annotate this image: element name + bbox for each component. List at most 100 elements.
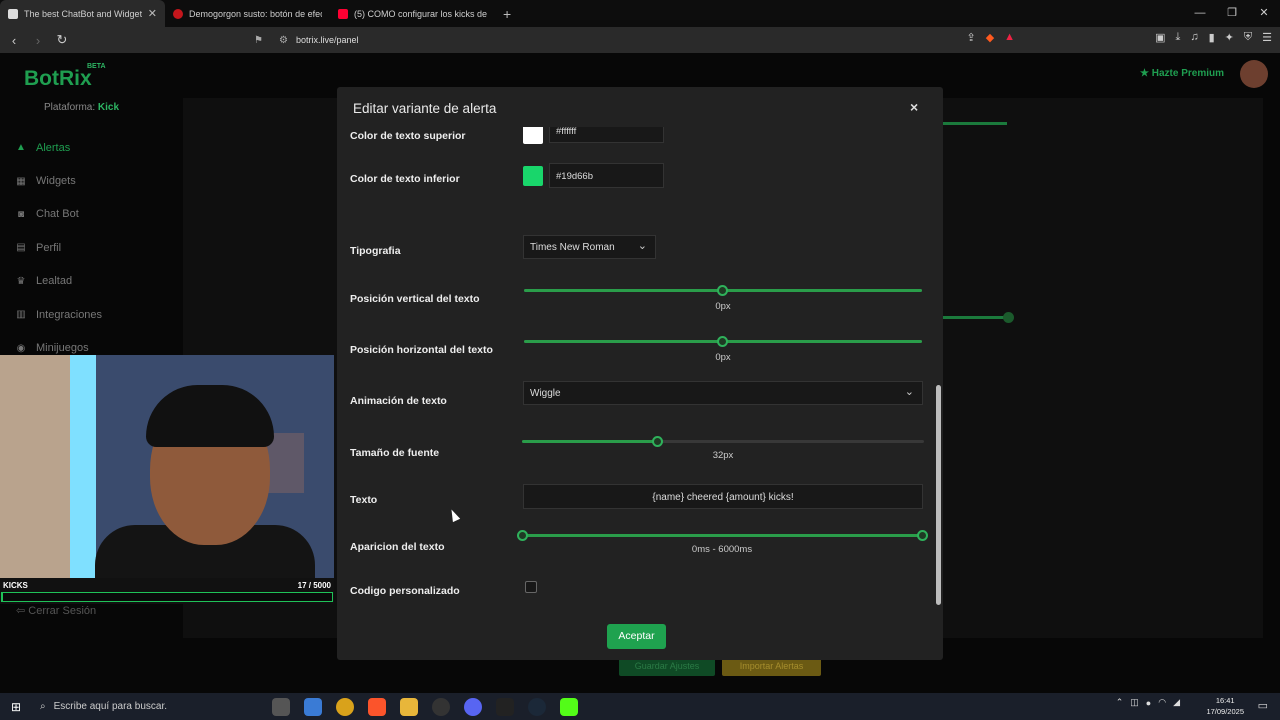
text-appearance-start-handle[interactable]: [517, 530, 528, 541]
sidebar-toggle-icon[interactable]: ▮: [1209, 31, 1215, 44]
trophy-icon: ♛: [16, 275, 26, 287]
volume-icon[interactable]: ◢: [1173, 697, 1180, 708]
beta-badge: BETA: [87, 63, 106, 70]
bottom-color-input[interactable]: #19d66b: [549, 163, 664, 188]
font-select[interactable]: Times New Roman ⌄: [523, 235, 656, 259]
background-accent-line: [943, 122, 1007, 125]
tab-botrix[interactable]: The best ChatBot and Widgets f… ✕: [0, 0, 165, 27]
site-info-icon[interactable]: ⚙: [279, 35, 288, 46]
font-size-fill: [522, 440, 658, 443]
url-field[interactable]: ⚑ ⚙ botrix.live/panel: [246, 29, 994, 51]
sidebar-item-chatbot[interactable]: ◙ Chat Bot: [14, 198, 102, 231]
vpn-icon[interactable]: ⛨: [1244, 31, 1252, 44]
mic-icon[interactable]: ●: [1146, 698, 1151, 708]
vertical-position-value: 0px: [715, 301, 731, 312]
text-animation-label: Animación de texto: [350, 395, 447, 407]
custom-code-checkbox[interactable]: [525, 581, 537, 593]
reload-icon[interactable]: ↻: [52, 32, 72, 48]
bookmark-icon[interactable]: ⚑: [254, 35, 263, 46]
obs-icon[interactable]: [432, 697, 450, 716]
font-size-handle[interactable]: [652, 436, 663, 447]
kicks-progress-bar: [1, 592, 333, 602]
tab-youtube[interactable]: (5) COMO configurar los kicks de kic: [330, 0, 495, 27]
sidebar-nav: ▲ Alertas ▦ Widgets ◙ Chat Bot ▤ Perfil ♛ Lea…: [14, 131, 102, 365]
sidebar-item-perfil[interactable]: ▤ Perfil: [14, 231, 102, 264]
chevron-up-icon[interactable]: ⌃: [1116, 697, 1124, 708]
back-icon[interactable]: ‹: [4, 33, 24, 48]
steam-icon[interactable]: [528, 697, 546, 716]
widgets-icon: ▦: [16, 175, 26, 187]
wallet-icon[interactable]: ▣: [1155, 31, 1165, 44]
text-appearance-end-handle[interactable]: [917, 530, 928, 541]
tab-label: The best ChatBot and Widgets f…: [24, 8, 142, 19]
avatar[interactable]: [1240, 60, 1268, 88]
capcut-icon[interactable]: [496, 697, 514, 716]
discord-icon[interactable]: [464, 697, 482, 716]
top-color-input[interactable]: #ffffff: [549, 127, 664, 143]
media-icon[interactable]: ♫: [1190, 31, 1198, 44]
platform-indicator: Plataforma: Kick: [44, 102, 120, 113]
kick-icon[interactable]: [560, 697, 578, 716]
horizontal-position-handle[interactable]: [717, 336, 728, 347]
download-icon[interactable]: ⤓: [1175, 31, 1180, 44]
task-view-icon[interactable]: [272, 697, 290, 716]
font-size-value: 32px: [712, 450, 734, 461]
brave-icon[interactable]: [368, 697, 386, 716]
windows-start-icon[interactable]: ⊞: [0, 700, 32, 714]
sidebar-item-widgets[interactable]: ▦ Widgets: [14, 164, 102, 197]
logout-link[interactable]: ⇦ Cerrar Sesión: [16, 604, 96, 617]
new-tab-button[interactable]: +: [495, 6, 519, 22]
file-explorer-icon[interactable]: [400, 697, 418, 716]
share-icon[interactable]: ⇪: [966, 31, 975, 44]
wifi-icon[interactable]: ◠: [1158, 697, 1166, 708]
minimize-icon[interactable]: —: [1184, 0, 1216, 27]
close-icon[interactable]: ×: [910, 99, 918, 115]
premium-link[interactable]: ★ Hazte Premium: [1140, 68, 1224, 79]
leo-icon[interactable]: ✦: [1225, 31, 1234, 44]
network-icon[interactable]: ◫: [1130, 697, 1139, 708]
taskbar-search[interactable]: ⌕ Escribe aquí para buscar.: [32, 693, 262, 720]
modal-title: Editar variante de alerta: [353, 101, 497, 116]
kicks-goal-widget: KICKS 17 / 5000: [0, 578, 334, 604]
horizontal-position-label: Posición horizontal del texto: [350, 344, 493, 356]
restore-icon[interactable]: ❐: [1216, 0, 1248, 27]
sidebar-item-integraciones[interactable]: ▥ Integraciones: [14, 298, 102, 331]
vertical-position-handle[interactable]: [717, 285, 728, 296]
rewards-icon[interactable]: ▲: [1004, 31, 1015, 44]
tab-label: (5) COMO configurar los kicks de kic: [354, 8, 487, 19]
sidebar-item-lealtad[interactable]: ♛ Lealtad: [14, 265, 102, 298]
menu-icon[interactable]: ☰: [1262, 31, 1272, 44]
notifications-icon[interactable]: ▭: [1258, 699, 1268, 712]
sidebar-item-alertas[interactable]: ▲ Alertas: [14, 131, 102, 164]
alert-text-input[interactable]: {name} cheered {amount} kicks!: [523, 484, 923, 509]
url-text: botrix.live/panel: [295, 35, 359, 45]
bottom-color-swatch[interactable]: [523, 166, 543, 186]
tab-demogorgon[interactable]: Demogorgon susto: botón de efecto: [165, 0, 330, 27]
search-icon: ⌕: [40, 701, 46, 712]
chrome-icon[interactable]: [336, 697, 354, 716]
botrix-logo[interactable]: BotRix: [24, 67, 92, 91]
accept-button[interactable]: Aceptar: [607, 624, 666, 649]
brave-shield-icon[interactable]: ◆: [986, 31, 994, 44]
top-color-swatch[interactable]: [523, 127, 543, 144]
bottom-text-color-label: Color de texto inferior: [350, 173, 460, 185]
custom-code-label: Codigo personalizado: [350, 585, 460, 597]
taskbar-apps: [272, 697, 578, 716]
store-icon[interactable]: [304, 697, 322, 716]
red-favicon-icon: [173, 8, 183, 19]
text-appearance-slider[interactable]: [522, 534, 922, 537]
text-animation-select[interactable]: Wiggle ⌄: [523, 381, 923, 405]
font-label: Tipografia: [350, 245, 401, 257]
forward-icon[interactable]: ›: [28, 33, 48, 48]
taskbar-clock[interactable]: 16:41 17/09/2025: [1206, 695, 1244, 717]
browser-toolbar: ⇪ ◆ ▲ ▣ ⤓ ♫ ▮ ✦ ⛨ ☰: [966, 31, 1272, 44]
close-window-icon[interactable]: ✕: [1248, 0, 1280, 27]
vertical-position-label: Posición vertical del texto: [350, 293, 480, 305]
text-label: Texto: [350, 494, 378, 506]
browser-tab-bar: The best ChatBot and Widgets f… ✕ Demogo…: [0, 0, 1280, 27]
scrollbar-thumb[interactable]: [936, 385, 941, 605]
modal-scrollbar[interactable]: [935, 127, 942, 605]
profile-icon: ▤: [16, 242, 26, 254]
close-tab-icon[interactable]: ✕: [148, 7, 157, 20]
background-slider-knob: [1003, 312, 1014, 323]
